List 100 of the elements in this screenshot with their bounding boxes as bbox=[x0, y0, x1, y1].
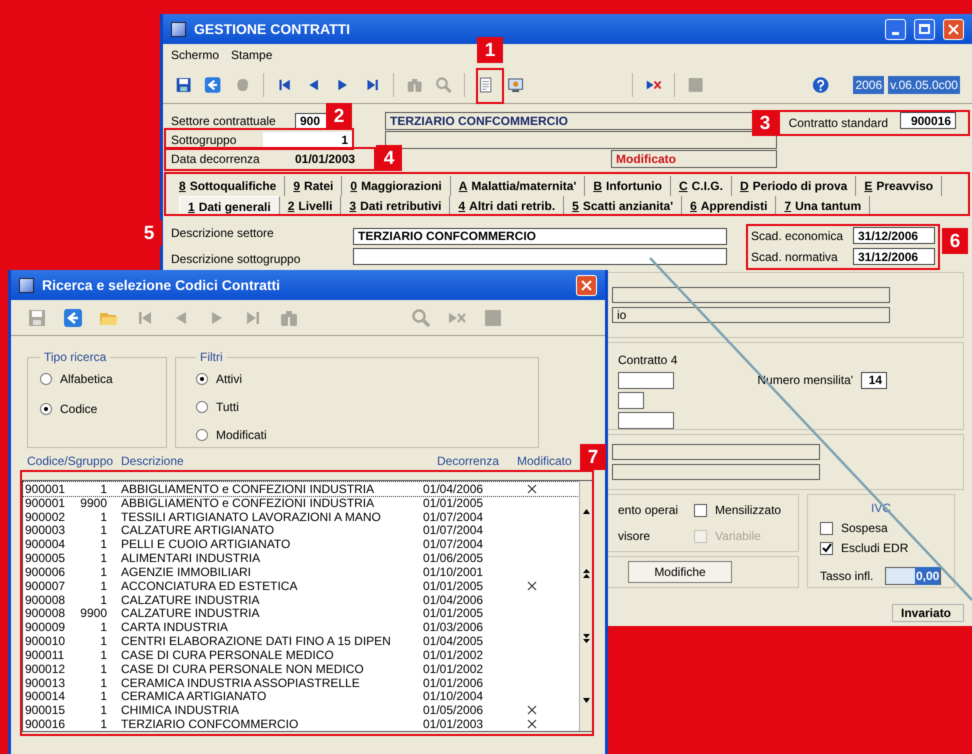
field-label: Scad. economica bbox=[751, 228, 844, 244]
table-cell-text: 900015 bbox=[24, 704, 66, 716]
table-cell-text: CALZATURE ARTIGIANATO bbox=[120, 524, 276, 536]
table-cell-text: 900016 bbox=[24, 718, 66, 730]
scroll-down-icon[interactable] bbox=[583, 698, 590, 704]
list-row[interactable]: 900001 1 ABBIGLIAMENTO e CONFEZIONI INDUSTRIA 01/04/2006 bbox=[23, 482, 579, 496]
settore-field[interactable]: 900 bbox=[295, 112, 327, 130]
column-header: Modificato bbox=[517, 453, 572, 470]
scad-economica-field[interactable]: 31/12/2006 bbox=[853, 227, 935, 244]
close-icon bbox=[581, 280, 592, 290]
table-cell-text: 01/01/2006 bbox=[423, 676, 484, 688]
list-row[interactable]: 900010 1 CENTRI ELABORAZIONE DATI FINO A 15 DIPEN 01/04/2005 bbox=[23, 634, 579, 648]
checkbox[interactable] bbox=[820, 522, 833, 534]
column-header: Descrizione bbox=[121, 453, 185, 470]
checkbox[interactable] bbox=[820, 542, 833, 554]
window-title: Ricerca e selezione Codici Contratti bbox=[42, 276, 282, 294]
field-label: Scad. normativa bbox=[751, 248, 839, 266]
close-button[interactable] bbox=[576, 274, 597, 296]
mensilita-field[interactable]: 14 bbox=[861, 372, 888, 388]
radio-button[interactable] bbox=[40, 373, 52, 385]
table-cell-text: 900001 bbox=[24, 482, 66, 495]
list-row[interactable]: 900009 1 CARTA INDUSTRIA 01/03/2006 bbox=[23, 620, 579, 634]
radio-button[interactable] bbox=[196, 373, 208, 385]
list-row[interactable]: 900007 1 ACCONCIATURA ED ESTETICA 01/01/2005 bbox=[23, 578, 579, 593]
status-bar-field: Invariato bbox=[892, 604, 964, 622]
callout-number: 7 bbox=[580, 444, 606, 470]
scrollbar[interactable] bbox=[579, 481, 593, 731]
scroll-up-icon[interactable] bbox=[583, 508, 590, 514]
table-cell-text: 01/01/2002 bbox=[423, 662, 484, 675]
table-cell-text: 1 bbox=[99, 524, 107, 536]
table-cell-text: 01/07/2004 bbox=[423, 510, 484, 523]
list-row[interactable]: 900012 1 CASE DI CURA PERSONALE NON MEDICO 01/01/2002 bbox=[23, 662, 579, 676]
table-cell-text: 1 bbox=[99, 538, 107, 550]
list-row[interactable]: 900016 1 TERZIARIO CONFCOMMERCIO 01/01/2003 bbox=[23, 717, 579, 731]
sottogruppo-field[interactable]: 1 bbox=[263, 132, 353, 148]
table-cell-text: 01/01/2005 bbox=[423, 580, 484, 592]
list-row[interactable]: 900002 1 TESSILI ARTIGIANATO LAVORAZIONI A MANO 01/07/2004 bbox=[23, 510, 579, 524]
modifiche-button[interactable]: Modifiche bbox=[628, 561, 732, 583]
tasso-field[interactable]: 0,00 bbox=[885, 567, 942, 585]
list-row[interactable]: 900008 9900 CALZATURE INDUSTRIA 01/01/2005 bbox=[23, 606, 579, 620]
minimize-button[interactable] bbox=[885, 18, 906, 40]
decorrenza-field[interactable]: 01/01/2003 bbox=[291, 151, 371, 167]
help-icon[interactable] bbox=[812, 74, 830, 94]
page-up-icon[interactable] bbox=[583, 569, 590, 578]
table-cell-text: CASE DI CURA PERSONALE MEDICO bbox=[120, 648, 335, 661]
field-label: Tasso infl. bbox=[820, 568, 874, 585]
version-label: 2006 bbox=[853, 76, 884, 94]
list-row[interactable]: 900015 1 CHIMICA INDUSTRIA 01/05/2006 bbox=[23, 703, 579, 718]
descrizione-sottogruppo-field[interactable] bbox=[353, 248, 727, 264]
table-cell-text: ACCONCIATURA ED ESTETICA bbox=[120, 580, 298, 592]
descrizione-settore-field[interactable]: TERZIARIO CONFCOMMERCIO bbox=[353, 228, 727, 244]
list-row[interactable]: 900003 1 CALZATURE ARTIGIANATO 01/07/2004 bbox=[23, 523, 579, 538]
table-cell-text: 01/04/2006 bbox=[423, 482, 484, 495]
radio-button[interactable] bbox=[196, 429, 208, 441]
table-cell-text: 900007 bbox=[24, 580, 66, 592]
table-cell-text: 01/05/2006 bbox=[423, 704, 484, 716]
table-cell-text: 1 bbox=[99, 621, 107, 634]
radio-label: Alfabetica bbox=[60, 371, 113, 388]
table-cell-text: 1 bbox=[99, 594, 107, 606]
table-cell-text: 01/01/2003 bbox=[423, 718, 484, 730]
table-cell-text: 900008 bbox=[24, 607, 66, 620]
list-row[interactable]: 900013 1 CERAMICA INDUSTRIA ASSOPIASTRELLE 01/01/2006 bbox=[23, 676, 579, 690]
table-cell-text: AGENZIE IMMOBILIARI bbox=[120, 566, 252, 578]
radio-button[interactable] bbox=[40, 403, 52, 415]
list-row[interactable]: 900001 9900 ABBIGLIAMENTO e CONFEZIONI INDUSTRIA 01/01/2005 bbox=[23, 496, 579, 510]
field bbox=[618, 412, 674, 429]
table-cell-text: CHIMICA INDUSTRIA bbox=[120, 704, 240, 716]
list-row[interactable]: 900006 1 AGENZIE IMMOBILIARI 01/10/2001 bbox=[23, 564, 579, 579]
table-cell-text: 01/04/2006 bbox=[423, 594, 484, 606]
group-label: Tipo ricerca bbox=[43, 349, 108, 366]
scad-normativa-field[interactable]: 31/12/2006 bbox=[853, 248, 935, 265]
close-button[interactable] bbox=[943, 18, 964, 40]
checkbox-label: Variabile bbox=[715, 528, 761, 545]
table-cell-text: 1 bbox=[99, 662, 107, 675]
contratto-standard-field[interactable]: 900016 bbox=[900, 112, 956, 129]
highlight-frame bbox=[476, 68, 504, 104]
tab[interactable]: 1 Dati generali bbox=[179, 196, 280, 216]
table-cell-text: 1 bbox=[99, 552, 107, 564]
table-cell-text: CASE DI CURA PERSONALE NON MEDICO bbox=[120, 662, 365, 675]
list-row[interactable]: 900005 1 ALIMENTARI INDUSTRIA 01/06/2005 bbox=[23, 551, 579, 565]
list-row[interactable]: 900011 1 CASE DI CURA PERSONALE MEDICO 01/01/2002 bbox=[23, 648, 579, 662]
radio-button[interactable] bbox=[196, 401, 208, 413]
list-row[interactable]: 900008 1 CALZATURE INDUSTRIA 01/04/2006 bbox=[23, 592, 579, 606]
maximize-button[interactable] bbox=[914, 18, 935, 40]
list-row[interactable]: 900014 1 CERAMICA ARTIGIANATO 01/10/2004 bbox=[23, 689, 579, 704]
menu-item[interactable]: Schermo bbox=[171, 46, 220, 64]
checkbox[interactable] bbox=[694, 504, 708, 516]
table-cell-text: 1 bbox=[99, 482, 107, 495]
settore-description-field: TERZIARIO CONFCOMMERCIO bbox=[385, 112, 755, 130]
table-cell-text: 9900 bbox=[79, 607, 107, 620]
callout-number: 3 bbox=[752, 110, 778, 136]
table-cell-text: 900005 bbox=[24, 552, 66, 564]
page-down-icon[interactable] bbox=[583, 634, 590, 643]
radio-label: Modificati bbox=[216, 427, 267, 444]
check-mark-icon bbox=[822, 543, 832, 553]
table-cell-text: 01/07/2004 bbox=[423, 538, 484, 550]
menu-item[interactable]: Stampe bbox=[231, 46, 272, 64]
table-cell-text: PELLI E CUOIO ARTIGIANATO bbox=[120, 538, 292, 550]
table-cell-text: 01/01/2005 bbox=[423, 496, 484, 509]
list-row[interactable]: 900004 1 PELLI E CUOIO ARTIGIANATO 01/07/2004 bbox=[23, 537, 579, 552]
